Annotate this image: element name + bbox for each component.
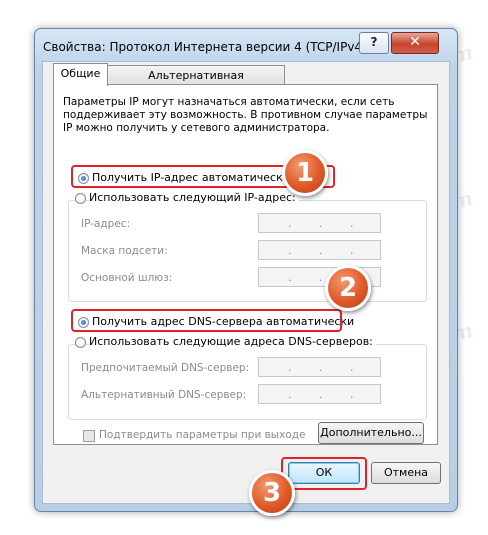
subnet-mask-label: Маска подсети: [81,245,168,257]
ip-address-label: IP-адрес: [81,218,131,230]
dns-manual-label[interactable]: Использовать следующие адреса DNS-сервер… [89,335,376,348]
help-button[interactable]: ? [359,32,389,54]
validate-checkbox[interactable] [83,430,95,442]
octet-dot: . [288,361,292,374]
window-title: Свойства: Протокол Интернета версии 4 (T… [43,40,367,54]
close-icon: ✕ [409,34,421,50]
step-badge-1: 1 [282,150,328,196]
dns-manual-group [68,344,427,420]
octet-dot: . [319,217,323,230]
subnet-mask-field[interactable]: . . . [258,240,381,260]
close-button[interactable]: ✕ [391,32,439,54]
tab-panel-general: Параметры IP могут назначаться автоматич… [53,84,438,445]
alternate-dns-label: Альтернативный DNS-сервер: [81,389,247,401]
octet-dot: . [288,388,292,401]
octet-dot: . [350,217,354,230]
tab-general-label: Общие [60,67,101,80]
default-gateway-label: Основной шлюз: [81,272,173,284]
octet-dot: . [350,244,354,257]
preferred-dns-label: Предпочитаемый DNS-сервер: [81,362,250,374]
octet-dot: . [288,217,292,230]
octet-dot: . [319,271,323,284]
advanced-button[interactable]: Дополнительно... [318,422,424,444]
octet-dot: . [350,388,354,401]
properties-dialog: Свойства: Протокол Интернета версии 4 (T… [34,28,458,512]
dns-manual-radio[interactable] [75,337,86,348]
octet-dot: . [319,388,323,401]
alternate-dns-field[interactable]: . . . [258,384,381,404]
tab-alternate-config[interactable]: Альтернативная конфигурация [107,65,285,101]
ip-manual-radio[interactable] [75,193,86,204]
description-text: Параметры IP могут назначаться автоматич… [63,96,428,134]
ip-address-field[interactable]: . . . [258,213,381,233]
octet-dot: . [350,361,354,374]
dialog-body: Общие Альтернативная конфигурация Параме… [42,61,450,504]
dns-auto-highlight [71,309,342,332]
octet-dot: . [319,244,323,257]
tab-general[interactable]: Общие [53,63,108,86]
octet-dot: . [288,244,292,257]
preferred-dns-field[interactable]: . . . [258,357,381,377]
octet-dot: . [319,361,323,374]
octet-dot: . [288,271,292,284]
step-badge-3: 3 [249,470,295,516]
ip-manual-label[interactable]: Использовать следующий IP-адрес: [89,191,299,204]
cancel-button[interactable]: Отмена [371,462,441,484]
validate-label[interactable]: Подтвердить параметры при выходе [99,429,305,441]
step-badge-2: 2 [325,265,371,311]
